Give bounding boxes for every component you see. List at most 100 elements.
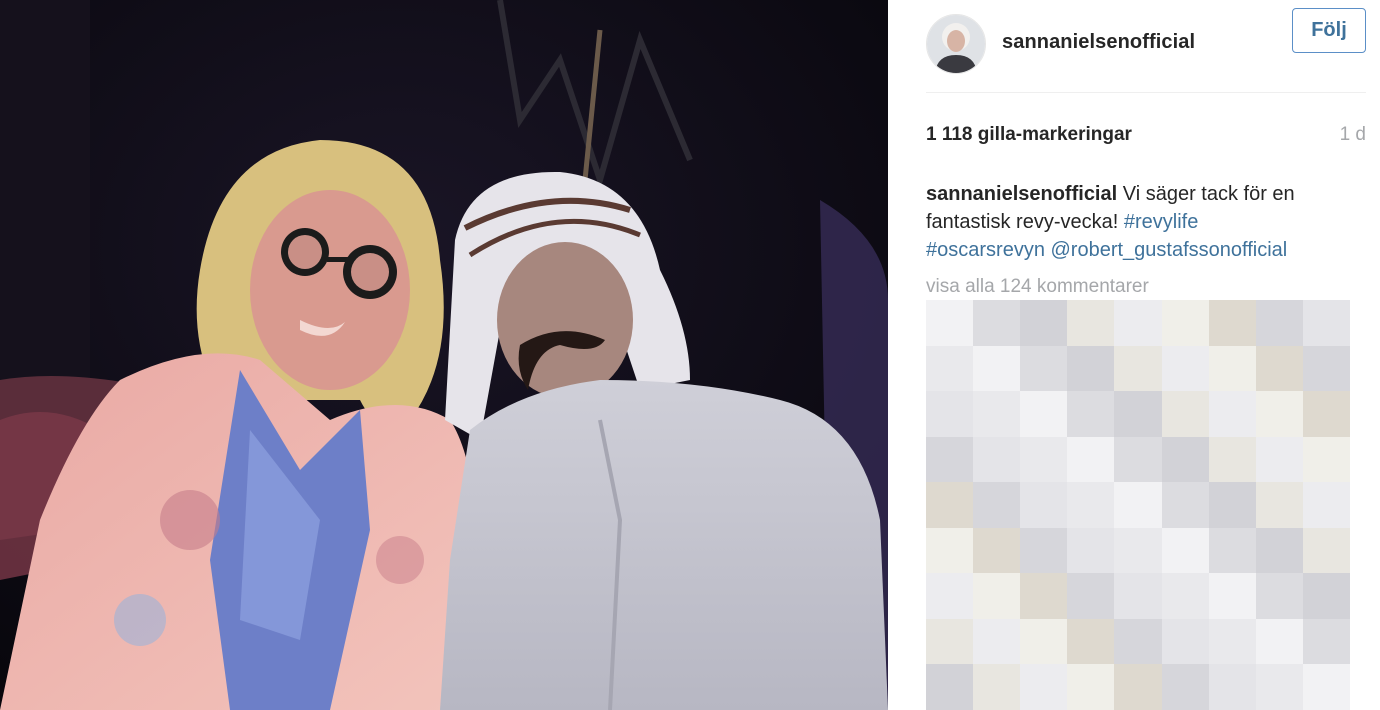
pixel-tile: [1067, 300, 1115, 346]
post-age[interactable]: 1 d: [1340, 124, 1366, 146]
likes-count[interactable]: 1 118 gilla-markeringar: [926, 124, 1132, 146]
pixel-tile: [1067, 482, 1115, 528]
mention-link[interactable]: @robert_gustafssonofficial: [1051, 239, 1288, 261]
pixel-tile: [926, 436, 974, 482]
pixel-tile: [1302, 482, 1350, 528]
pixel-tile: [1020, 436, 1068, 482]
pixel-tile: [1020, 573, 1068, 619]
pixel-tile: [1161, 527, 1209, 573]
pixel-tile: [973, 618, 1021, 664]
pixel-tile: [1114, 391, 1162, 437]
pixel-tile: [1161, 391, 1209, 437]
pixel-tile: [1255, 436, 1303, 482]
pixel-tile: [973, 482, 1021, 528]
pixel-tile: [1208, 345, 1256, 391]
pixel-tile: [1020, 482, 1068, 528]
profile-photo-icon: [927, 15, 985, 73]
pixel-tile: [1020, 664, 1068, 710]
pixel-tile: [1255, 527, 1303, 573]
pixel-tile: [973, 664, 1021, 710]
hashtag-link[interactable]: #oscarsrevyn: [926, 239, 1045, 261]
author-username[interactable]: sannanielsenofficial: [1002, 31, 1195, 54]
pixel-tile: [1302, 618, 1350, 664]
pixel-tile: [1067, 618, 1115, 664]
pixel-tile: [1161, 345, 1209, 391]
pixel-tile: [1114, 482, 1162, 528]
pixel-tile: [1255, 664, 1303, 710]
pixel-tile: [1114, 527, 1162, 573]
pixel-tile: [1208, 300, 1256, 346]
pixel-tile: [1302, 436, 1350, 482]
pixel-tile: [1208, 573, 1256, 619]
pixel-tile: [926, 345, 974, 391]
pixel-tile: [1020, 527, 1068, 573]
pixel-tile: [1208, 664, 1256, 710]
pixel-tile: [1020, 618, 1068, 664]
pixel-tile: [1255, 391, 1303, 437]
pixel-tile: [1161, 436, 1209, 482]
pixel-tile: [1161, 300, 1209, 346]
pixel-tile: [1208, 391, 1256, 437]
post-photo-illustration: [0, 0, 888, 710]
pixelated-comments: [926, 300, 1350, 710]
pixel-tile: [1020, 345, 1068, 391]
pixel-tile: [973, 300, 1021, 346]
pixel-tile: [1255, 300, 1303, 346]
avatar[interactable]: [926, 14, 986, 74]
pixel-tile: [1114, 664, 1162, 710]
pixel-tile: [1161, 664, 1209, 710]
likes-row: 1 118 gilla-markeringar 1 d: [926, 124, 1366, 146]
instagram-post-view: sannanielsenofficial Följ 1 118 gilla-ma…: [0, 0, 1380, 710]
pixel-tile: [1161, 618, 1209, 664]
pixel-tile: [1255, 345, 1303, 391]
post-header: sannanielsenofficial Följ: [926, 0, 1366, 93]
pixel-tile: [973, 345, 1021, 391]
pixel-tile: [1114, 300, 1162, 346]
pixel-tile: [1161, 573, 1209, 619]
pixel-tile: [926, 391, 974, 437]
pixel-tile: [1067, 436, 1115, 482]
pixel-tile: [1255, 482, 1303, 528]
follow-button[interactable]: Följ: [1292, 8, 1366, 53]
pixel-tile: [926, 618, 974, 664]
pixel-tile: [973, 436, 1021, 482]
pixel-tile: [1302, 391, 1350, 437]
pixel-tile: [1208, 436, 1256, 482]
view-all-comments-link[interactable]: visa alla 124 kommentarer: [926, 276, 1149, 298]
post-caption: sannanielsenofficial Vi säger tack för e…: [926, 180, 1366, 264]
pixel-tile: [1302, 300, 1350, 346]
pixel-tile: [1114, 573, 1162, 619]
pixel-tile: [1114, 618, 1162, 664]
pixel-tile: [1302, 573, 1350, 619]
pixel-tile: [973, 573, 1021, 619]
pixel-tile: [1020, 300, 1068, 346]
pixel-tile: [1020, 391, 1068, 437]
pixel-tile: [926, 527, 974, 573]
pixel-tile: [1255, 618, 1303, 664]
pixel-tile: [973, 391, 1021, 437]
pixel-tile: [1208, 527, 1256, 573]
pixel-tile: [926, 482, 974, 528]
pixel-tile: [1114, 436, 1162, 482]
post-details-panel: sannanielsenofficial Följ 1 118 gilla-ma…: [888, 0, 1380, 710]
pixel-tile: [1161, 482, 1209, 528]
pixel-tile: [1208, 618, 1256, 664]
pixel-tile: [1067, 345, 1115, 391]
post-photo[interactable]: [0, 0, 888, 710]
pixel-tile: [1067, 391, 1115, 437]
pixel-tile: [926, 573, 974, 619]
pixel-tile: [926, 664, 974, 710]
pixel-tile: [1208, 482, 1256, 528]
pixel-tile: [1114, 345, 1162, 391]
pixel-tile: [1067, 664, 1115, 710]
pixel-tile: [1302, 527, 1350, 573]
pixel-tile: [1067, 527, 1115, 573]
hashtag-link[interactable]: #revylife: [1124, 211, 1198, 233]
pixel-tile: [926, 300, 974, 346]
caption-username[interactable]: sannanielsenofficial: [926, 183, 1117, 205]
pixel-tile: [973, 527, 1021, 573]
pixel-tile: [1067, 573, 1115, 619]
pixel-tile: [1302, 664, 1350, 710]
pixel-tile: [1255, 573, 1303, 619]
pixel-tile: [1302, 345, 1350, 391]
